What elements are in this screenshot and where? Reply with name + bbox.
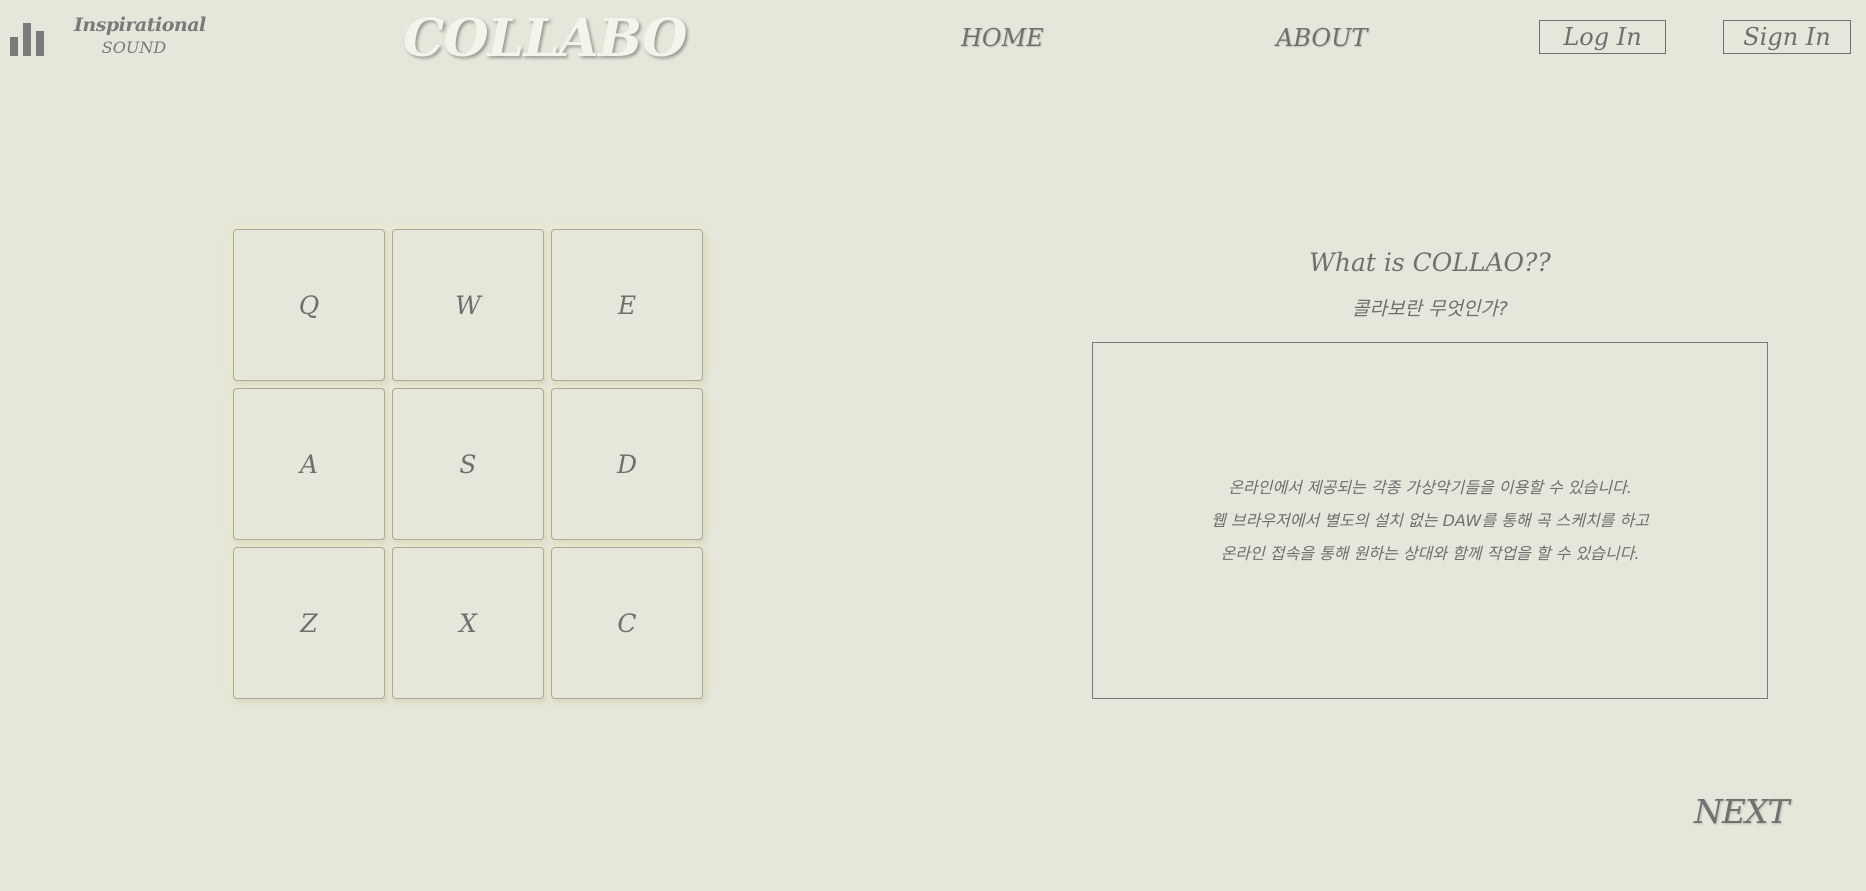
key-z[interactable]: Z [233,547,385,699]
info-box: 온라인에서 제공되는 각종 가상악기들을 이용할 수 있습니다. 웹 브라우저에… [1092,342,1768,699]
site-logo[interactable]: COLLABO [403,8,687,69]
key-w[interactable]: W [392,229,544,381]
key-s[interactable]: S [392,388,544,540]
key-c[interactable]: C [551,547,703,699]
nav-home[interactable]: HOME [961,24,1044,52]
key-q[interactable]: Q [233,229,385,381]
info-line: 온라인에서 제공되는 각종 가상악기들을 이용할 수 있습니다. [1228,478,1632,497]
key-e[interactable]: E [551,229,703,381]
brand-line1: Inspirational [74,14,206,36]
key-x[interactable]: X [392,547,544,699]
signin-button[interactable]: Sign In [1723,20,1851,54]
brand: Inspirational SOUND [74,14,206,57]
info-subtitle: 콜라보란 무엇인가? [1352,298,1508,320]
login-button[interactable]: Log In [1539,20,1666,54]
next-button[interactable]: NEXT [1694,792,1789,831]
info-line: 웹 브라우저에서 별도의 설치 없는 DAW를 통해 곡 스케치를 하고 [1211,511,1649,530]
info-title: What is COLLAO?? [1309,248,1551,277]
nav-about[interactable]: ABOUT [1276,24,1367,52]
brand-line2: SOUND [101,38,167,57]
bar-chart-icon [10,23,44,56]
info-line: 온라인 접속을 통해 원하는 상대와 함께 작업을 할 수 있습니다. [1220,544,1640,563]
instrument-keypad: Q W E A S D Z X C [233,229,703,699]
key-d[interactable]: D [551,388,703,540]
key-a[interactable]: A [233,388,385,540]
